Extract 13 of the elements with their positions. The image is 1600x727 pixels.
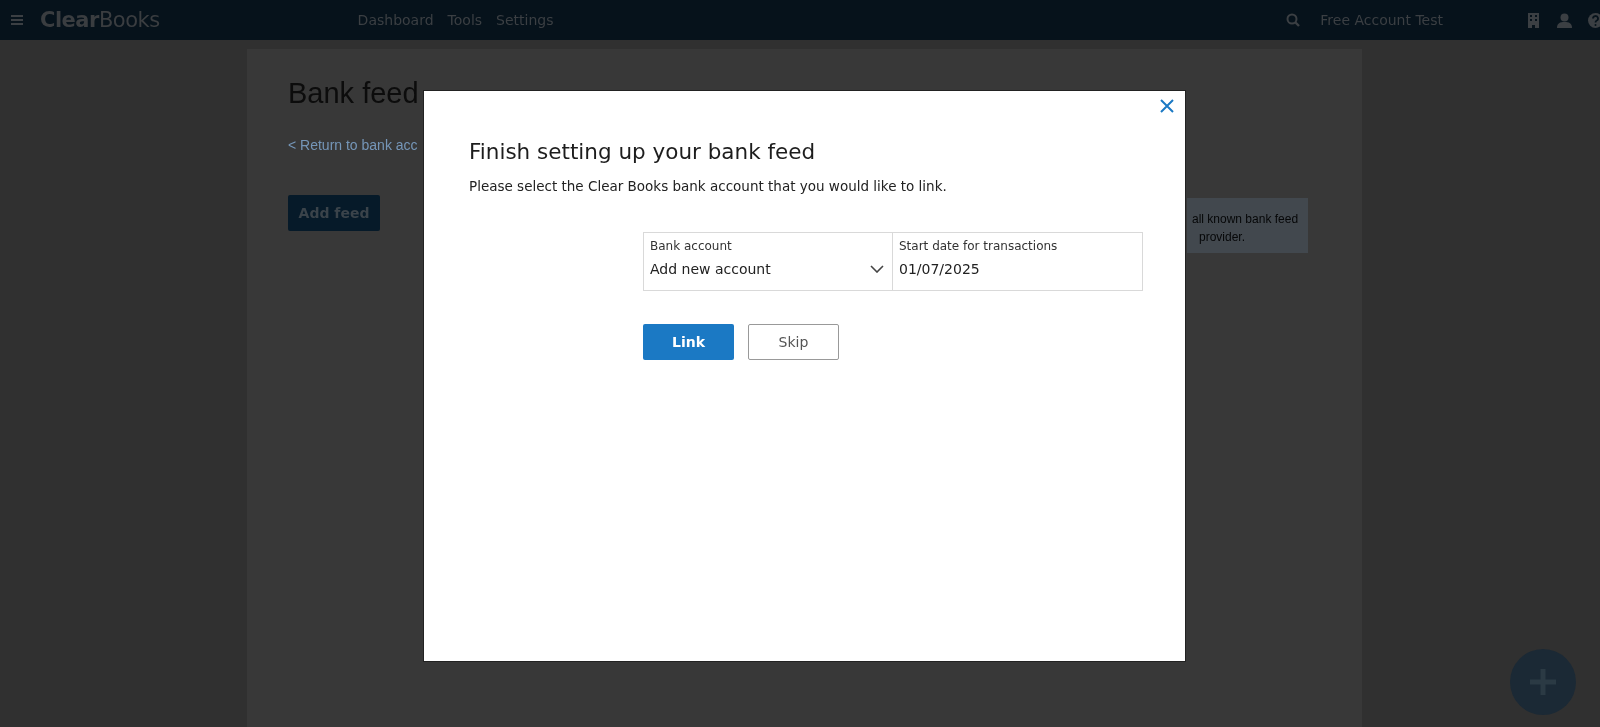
building-icon[interactable]: [1528, 12, 1539, 28]
dialog-title: Finish setting up your bank feed: [469, 139, 817, 164]
help-icon[interactable]: [1588, 12, 1600, 28]
info-text: provider.: [1198, 229, 1247, 246]
search-icon[interactable]: [1286, 13, 1301, 27]
dialog-description: Please select the Clear Books bank account that you would like to link.: [469, 178, 948, 194]
back-link[interactable]: < Return to bank acc: [288, 137, 418, 153]
menu-icon[interactable]: [11, 15, 23, 25]
user-icon[interactable]: [1557, 12, 1572, 28]
info-text: all known bank feed: [1192, 211, 1300, 228]
skip-button[interactable]: Skip: [748, 324, 839, 360]
link-button[interactable]: Link: [643, 324, 734, 360]
close-icon[interactable]: [1159, 98, 1175, 114]
